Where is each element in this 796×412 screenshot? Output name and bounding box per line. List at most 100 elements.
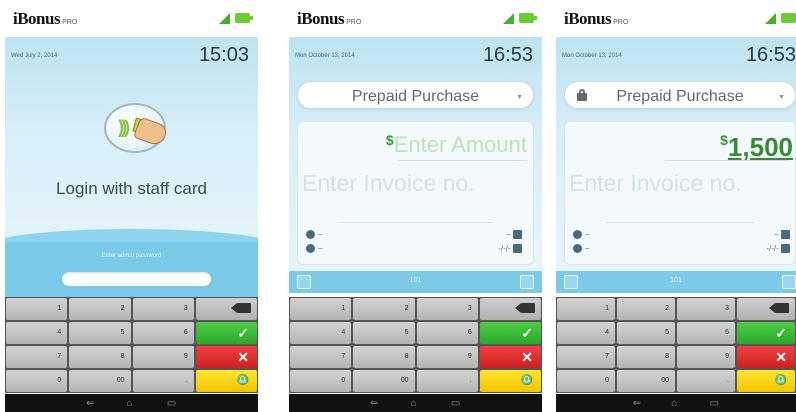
key-5[interactable]: 5: [353, 322, 415, 344]
amount-underline: [398, 160, 527, 161]
invoice-field[interactable]: Enter Invoice no.: [569, 170, 742, 197]
terminal-id: 101: [670, 277, 682, 284]
key-9[interactable]: 9: [132, 346, 194, 368]
key-7[interactable]: 7: [290, 346, 352, 368]
key-7[interactable]: 7: [6, 346, 68, 368]
key-4[interactable]: 4: [557, 322, 615, 344]
back-icon[interactable]: ⇐: [86, 398, 94, 409]
amount-field[interactable]: $Enter Amount: [386, 132, 527, 158]
amount-placeholder: Enter Amount: [393, 132, 527, 157]
divider: [338, 222, 493, 223]
numeric-keypad: 1 2 3 4 5 6 ✓ 7 8 9 ✕ 0 00 . ♎: [289, 297, 542, 393]
cancel-key[interactable]: ✕: [195, 346, 257, 368]
key-0[interactable]: 0: [290, 370, 352, 392]
transaction-form: $1,500 Enter Invoice no. – – – -/-/-: [564, 121, 796, 265]
system-nav-bar: ⇐ ⌂ ▭: [5, 394, 258, 412]
key-3[interactable]: 3: [416, 298, 478, 320]
key-2[interactable]: 2: [69, 298, 131, 320]
function-key[interactable]: ♎: [737, 370, 795, 392]
key-00[interactable]: 00: [69, 370, 131, 392]
key-0[interactable]: 0: [557, 370, 615, 392]
date-label: Wed July 2, 2014: [11, 53, 58, 59]
key-1[interactable]: 1: [557, 298, 615, 320]
back-icon[interactable]: ⇐: [633, 398, 641, 409]
key-8[interactable]: 8: [353, 346, 415, 368]
confirm-key[interactable]: ✓: [479, 322, 541, 344]
purchase-panel: Mon October 13, 2014 16:53 Prepaid Purch…: [556, 37, 796, 293]
amount-field[interactable]: $1,500: [720, 132, 793, 163]
key-9[interactable]: 9: [677, 346, 735, 368]
confirm-key[interactable]: ✓: [737, 322, 795, 344]
purchase-type-select[interactable]: Prepaid Purchase ▼: [297, 81, 534, 109]
purchase-type-label: Prepaid Purchase: [616, 88, 744, 105]
key-2[interactable]: 2: [617, 298, 675, 320]
recent-apps-icon[interactable]: ▭: [167, 398, 176, 409]
member-value: –: [585, 230, 590, 239]
cancel-key[interactable]: ✕: [479, 346, 541, 368]
brand-logo: iBonus PRO: [564, 9, 629, 28]
home-icon[interactable]: ⌂: [126, 398, 132, 409]
backspace-key[interactable]: [737, 298, 795, 320]
user-icon: [573, 244, 582, 254]
phone-screen-login: iBonus PRO Wed July 2, 2014 15:03 ))) Log…: [5, 0, 258, 412]
confirm-key[interactable]: ✓: [195, 322, 257, 344]
backspace-icon: [231, 303, 251, 313]
recent-apps-icon[interactable]: ▭: [710, 398, 719, 409]
key-7[interactable]: 7: [557, 346, 615, 368]
battery-icon: [781, 13, 796, 23]
resize-icon[interactable]: [520, 275, 534, 289]
trash-icon[interactable]: [513, 230, 522, 240]
key-6[interactable]: 6: [416, 322, 478, 344]
purchase-type-select[interactable]: Prepaid Purchase ▼: [564, 81, 796, 109]
admin-password-label: Enter admin password: [101, 253, 162, 259]
balance-value: –: [774, 230, 779, 239]
date-label: Mon October 13, 2014: [295, 53, 355, 59]
key-8[interactable]: 8: [617, 346, 675, 368]
key-4[interactable]: 4: [290, 322, 352, 344]
calendar-icon[interactable]: [781, 244, 790, 254]
key-9[interactable]: 9: [416, 346, 478, 368]
backspace-key[interactable]: [479, 298, 541, 320]
member-icon: [306, 230, 315, 240]
brand-logo: iBonus PRO: [297, 9, 362, 28]
key-6[interactable]: 6: [132, 322, 194, 344]
backspace-icon: [769, 303, 789, 313]
key-3[interactable]: 3: [132, 298, 194, 320]
home-icon[interactable]: ⌂: [410, 398, 416, 409]
key-5[interactable]: 5: [69, 322, 131, 344]
key-00[interactable]: 00: [353, 370, 415, 392]
trash-icon[interactable]: [781, 230, 790, 240]
key-dot[interactable]: .: [132, 370, 194, 392]
key-0[interactable]: 0: [6, 370, 68, 392]
key-2[interactable]: 2: [353, 298, 415, 320]
backspace-key[interactable]: [195, 298, 257, 320]
cancel-key[interactable]: ✕: [737, 346, 795, 368]
resize-icon[interactable]: [782, 275, 796, 289]
function-key[interactable]: ♎: [195, 370, 257, 392]
back-icon[interactable]: ⇐: [370, 398, 378, 409]
contactless-waves-icon: ))): [118, 117, 130, 137]
invoice-field[interactable]: Enter Invoice no.: [302, 170, 475, 197]
key-1[interactable]: 1: [6, 298, 68, 320]
key-3[interactable]: 3: [677, 298, 735, 320]
member-value: –: [318, 230, 323, 239]
key-1[interactable]: 1: [290, 298, 352, 320]
home-icon[interactable]: ⌂: [671, 398, 677, 409]
purchase-panel: Mon October 13, 2014 16:53 Prepaid Purch…: [289, 37, 542, 293]
calendar-icon[interactable]: [513, 244, 522, 254]
phone-screen-purchase-empty: iBonus PRO Mon October 13, 2014 16:53 Pre…: [289, 0, 542, 412]
key-6[interactable]: 6: [677, 322, 735, 344]
key-5[interactable]: 5: [617, 322, 675, 344]
key-00[interactable]: 00: [617, 370, 675, 392]
admin-password-input[interactable]: [62, 272, 211, 286]
amount-value: 1,500: [727, 132, 793, 162]
function-key[interactable]: ♎: [479, 370, 541, 392]
terminal-id: 101: [409, 277, 422, 284]
key-4[interactable]: 4: [6, 322, 68, 344]
hand-icon: [133, 116, 169, 148]
key-dot[interactable]: .: [416, 370, 478, 392]
key-dot[interactable]: .: [677, 370, 735, 392]
signal-icon: [503, 13, 514, 24]
recent-apps-icon[interactable]: ▭: [451, 398, 460, 409]
key-8[interactable]: 8: [69, 346, 131, 368]
